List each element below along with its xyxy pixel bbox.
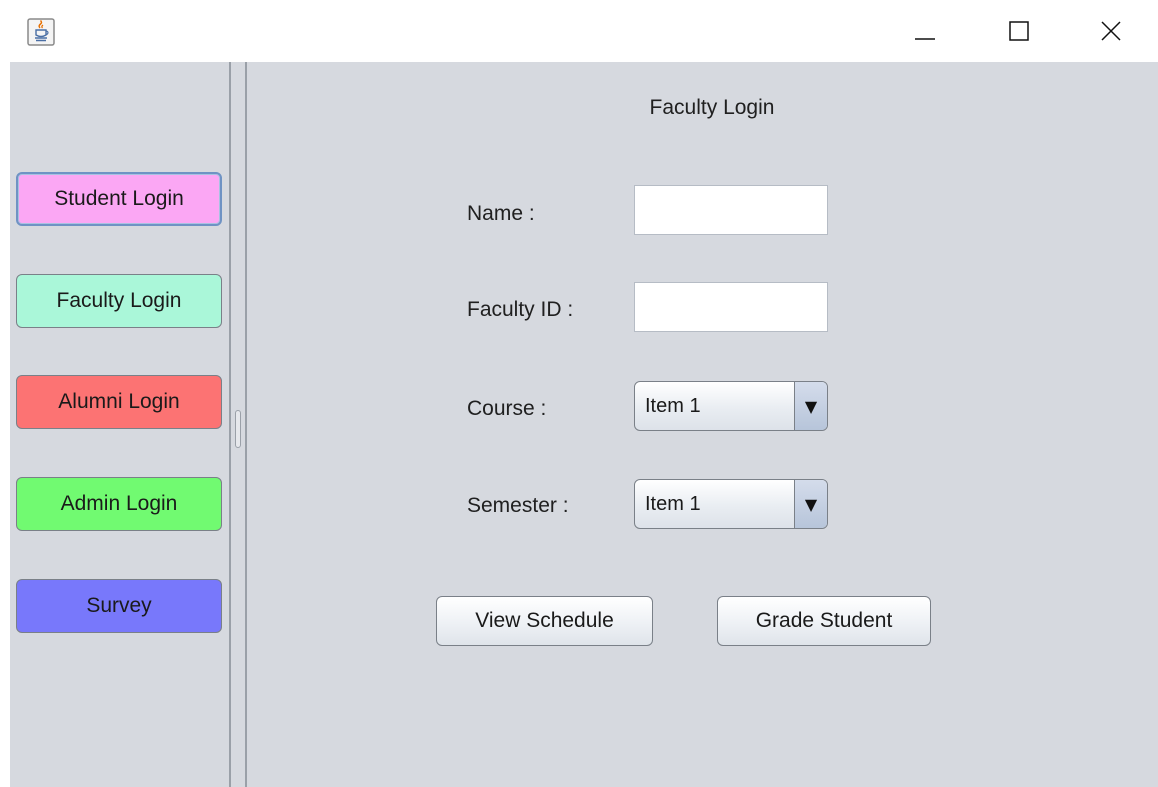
semester-dropdown[interactable]: Item 1 ▼ bbox=[634, 479, 828, 529]
maximize-icon[interactable] bbox=[996, 8, 1042, 54]
name-field[interactable] bbox=[634, 185, 828, 235]
java-cup-icon bbox=[25, 16, 57, 48]
title-bar bbox=[0, 0, 1158, 62]
view-schedule-button[interactable]: View Schedule bbox=[436, 596, 653, 646]
chevron-down-icon[interactable]: ▼ bbox=[794, 480, 827, 528]
student-login-button[interactable]: Student Login bbox=[16, 172, 222, 226]
panel-title: Faculty Login bbox=[649, 96, 775, 119]
course-label: Course : bbox=[467, 397, 547, 420]
survey-button[interactable]: Survey bbox=[16, 579, 222, 633]
semester-selected-value: Item 1 bbox=[645, 492, 701, 515]
course-selected-value: Item 1 bbox=[645, 394, 701, 417]
divider-grip-icon[interactable] bbox=[235, 410, 241, 448]
faculty-login-panel: Faculty Login Name : Faculty ID : Course… bbox=[247, 62, 1158, 787]
admin-login-button[interactable]: Admin Login bbox=[16, 477, 222, 531]
faculty-id-label: Faculty ID : bbox=[467, 298, 574, 321]
sidebar: Student Login Faculty Login Alumni Login… bbox=[10, 62, 229, 787]
course-dropdown[interactable]: Item 1 ▼ bbox=[634, 381, 828, 431]
faculty-login-button[interactable]: Faculty Login bbox=[16, 274, 222, 328]
name-label: Name : bbox=[467, 202, 535, 225]
alumni-login-button[interactable]: Alumni Login bbox=[16, 375, 222, 429]
window-content: Student Login Faculty Login Alumni Login… bbox=[10, 62, 1158, 787]
grade-student-button[interactable]: Grade Student bbox=[717, 596, 931, 646]
split-pane-divider[interactable] bbox=[229, 62, 247, 787]
close-icon[interactable] bbox=[1088, 8, 1134, 54]
chevron-down-icon[interactable]: ▼ bbox=[794, 382, 827, 430]
semester-label: Semester : bbox=[467, 494, 569, 517]
minimize-icon[interactable] bbox=[902, 8, 948, 54]
faculty-id-field[interactable] bbox=[634, 282, 828, 332]
